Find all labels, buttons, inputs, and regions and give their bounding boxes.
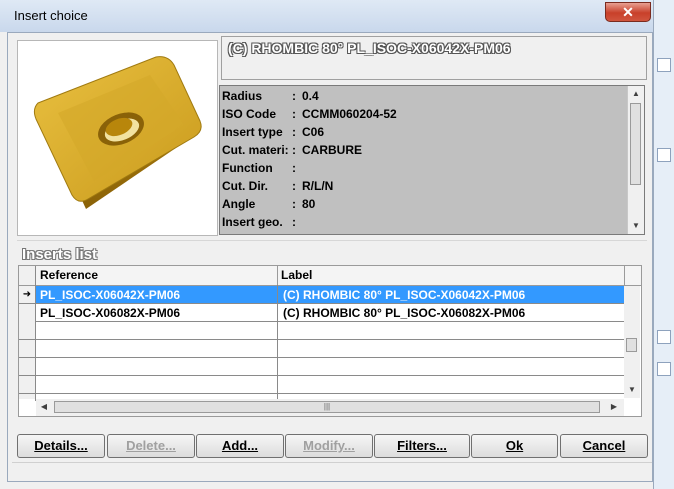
checkbox-icon bbox=[657, 362, 671, 376]
details-button[interactable]: Details... bbox=[17, 434, 105, 458]
close-button[interactable]: ✕ bbox=[605, 2, 651, 22]
inserts-list-legend: Inserts list bbox=[22, 246, 98, 263]
property-name: Cut. materi: bbox=[222, 143, 289, 157]
property-value: 0.4 bbox=[302, 89, 319, 103]
filters-button[interactable]: Filters... bbox=[374, 434, 470, 458]
header-indicator bbox=[19, 266, 36, 285]
modify-button[interactable]: Modify... bbox=[285, 434, 373, 458]
ok-button-label: Ok bbox=[505, 438, 524, 453]
scroll-thumb[interactable] bbox=[626, 338, 637, 352]
insert-title: (C) RHOMBIC 80° PL_ISOC-X06042X-PM06 bbox=[228, 40, 511, 56]
table-row-empty bbox=[19, 358, 624, 376]
property-name: Insert type bbox=[222, 125, 283, 139]
title-bar: Insert choice ✕ bbox=[0, 0, 674, 32]
details-button-label: Details... bbox=[34, 438, 88, 453]
properties-scrollbar[interactable]: ▲ ▼ bbox=[627, 86, 644, 234]
current-row-arrow-icon: ➜ bbox=[19, 286, 35, 304]
cell-reference: PL_ISOC-X06082X-PM06 bbox=[40, 306, 181, 320]
property-name: ISO Code bbox=[222, 107, 277, 121]
table-row-empty bbox=[19, 340, 624, 358]
modify-button-label: Modify... bbox=[303, 438, 355, 453]
background-window-edge bbox=[653, 0, 674, 489]
cancel-button-label: Cancel bbox=[582, 438, 626, 453]
status-bar bbox=[12, 462, 652, 481]
property-name: Angle bbox=[222, 197, 256, 211]
add-button[interactable]: Add... bbox=[196, 434, 284, 458]
cell-label: (C) RHOMBIC 80° PL_ISOC-X06042X-PM06 bbox=[283, 288, 526, 302]
property-name: Function bbox=[222, 161, 273, 175]
cell-reference: PL_ISOC-X06042X-PM06 bbox=[40, 288, 181, 302]
divider bbox=[17, 240, 647, 241]
grid-line bbox=[277, 285, 278, 401]
insert-title-box: (C) RHOMBIC 80° PL_ISOC-X06042X-PM06 bbox=[221, 36, 647, 80]
property-name: Insert geo. bbox=[222, 215, 283, 229]
grid-vertical-scrollbar[interactable]: ▼ bbox=[624, 286, 640, 398]
delete-button[interactable]: Delete... bbox=[107, 434, 195, 458]
scroll-down-icon[interactable]: ▼ bbox=[628, 218, 644, 234]
grid-line bbox=[35, 285, 36, 401]
delete-button-label: Delete... bbox=[126, 438, 176, 453]
insert-3d-icon bbox=[33, 56, 202, 209]
scroll-left-icon[interactable]: ◀ bbox=[36, 399, 52, 415]
property-name: Cut. Dir. bbox=[222, 179, 269, 193]
cancel-button[interactable]: Cancel bbox=[560, 434, 648, 458]
insert-preview bbox=[17, 40, 218, 236]
inserts-grid: Reference Label ➜ PL_ISOC-X06042X-PM06 (… bbox=[18, 265, 642, 417]
table-row-empty bbox=[19, 376, 624, 394]
add-button-label: Add... bbox=[221, 438, 259, 453]
checkbox-icon bbox=[657, 330, 671, 344]
checkbox-icon bbox=[657, 148, 671, 162]
property-value: CARBURE bbox=[302, 143, 362, 157]
ok-button[interactable]: Ok bbox=[471, 434, 558, 458]
property-value: C06 bbox=[302, 125, 325, 139]
column-header-reference[interactable]: Reference bbox=[40, 268, 98, 282]
grid-header: Reference Label bbox=[19, 266, 641, 286]
grid-horizontal-scrollbar[interactable]: ◀ ||| ▶ bbox=[36, 399, 624, 416]
filters-button-label: Filters... bbox=[397, 438, 447, 453]
property-value: 80 bbox=[302, 197, 316, 211]
property-name: Radius bbox=[222, 89, 263, 103]
column-header-label[interactable]: Label bbox=[281, 268, 312, 282]
insert-choice-window: Insert choice ✕ (C) RHOMBIC 80° PL_ISOC-… bbox=[0, 0, 674, 489]
scroll-right-icon[interactable]: ▶ bbox=[606, 399, 622, 415]
table-row-empty bbox=[19, 322, 624, 340]
properties-panel: Radius:0.4 ISO Code: CCMM060204-52 Insert… bbox=[219, 85, 645, 235]
property-value: CCMM060204-52 bbox=[302, 107, 397, 121]
window-title: Insert choice bbox=[14, 8, 88, 23]
scroll-down-icon[interactable]: ▼ bbox=[624, 382, 640, 398]
table-row[interactable]: PL_ISOC-X06042X-PM06 (C) RHOMBIC 80° PL_… bbox=[36, 286, 624, 304]
cell-label: (C) RHOMBIC 80° PL_ISOC-X06082X-PM06 bbox=[283, 306, 526, 320]
scroll-up-icon[interactable]: ▲ bbox=[628, 86, 644, 102]
checkbox-icon bbox=[657, 58, 671, 72]
table-row[interactable]: PL_ISOC-X06082X-PM06 (C) RHOMBIC 80° PL_… bbox=[36, 304, 624, 322]
scroll-thumb[interactable] bbox=[630, 103, 641, 185]
scroll-thumb[interactable]: ||| bbox=[54, 401, 600, 413]
property-value: R/L/N bbox=[302, 179, 334, 193]
